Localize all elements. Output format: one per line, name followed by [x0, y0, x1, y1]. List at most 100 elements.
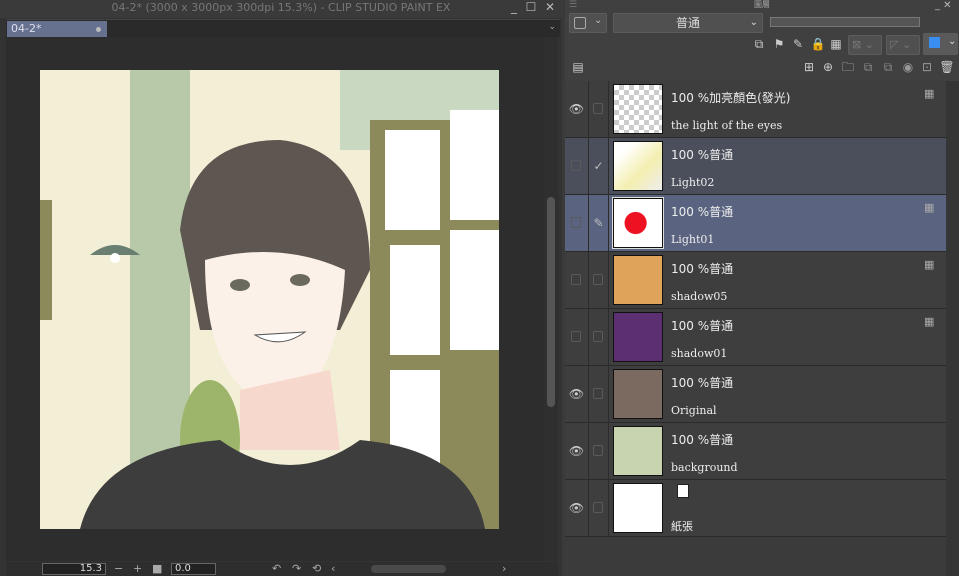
rotate-right-icon[interactable]: ↷: [292, 562, 301, 575]
layer-row[interactable]: ✎ 100 %普通 Light01 ▦: [565, 195, 946, 252]
unsaved-dot-icon: [96, 27, 101, 32]
mask-dropdown[interactable]: ⊠ ⌄: [848, 35, 882, 55]
blend-mode-value: 普通: [675, 16, 700, 30]
layer-color-dropdown[interactable]: ⌄: [923, 33, 958, 55]
new-folder-icon[interactable]: 🗀: [839, 58, 857, 76]
layer-thumbnail: [613, 255, 663, 305]
window-title: 04-2* (3000 x 3000px 300dpi 15.3%) - CLI…: [0, 0, 562, 18]
reset-rotation-icon[interactable]: ⟲: [312, 562, 321, 575]
draft-layer-icon[interactable]: ✎: [789, 35, 807, 53]
lock-transparency-icon[interactable]: ▦: [827, 35, 845, 53]
merge-down-icon[interactable]: ⧉: [879, 58, 897, 76]
layer-check-toggle[interactable]: ✎: [589, 195, 609, 251]
rotate-left-icon[interactable]: ↶: [272, 562, 281, 575]
layer-row[interactable]: 👁 100 %普通 Original: [565, 366, 946, 423]
new-raster-layer-icon[interactable]: ⊞: [800, 58, 818, 76]
layer-thumbnail: [613, 483, 663, 533]
panel-close-icon[interactable]: _ ✕: [935, 0, 952, 11]
lock-transparency-icon[interactable]: ▦: [924, 201, 938, 215]
visibility-toggle[interactable]: [565, 252, 589, 308]
tab-document[interactable]: 04-2*: [7, 21, 107, 38]
layer-name: shadow01: [671, 347, 728, 360]
panel-title: 圖層: [754, 0, 770, 9]
pen-icon: ✎: [593, 216, 604, 230]
visibility-toggle[interactable]: 👁: [565, 366, 589, 422]
maximize-button[interactable]: ☐: [522, 0, 540, 16]
box-icon: [593, 274, 603, 285]
tab-label: 04-2*: [11, 22, 42, 35]
layer-check-toggle[interactable]: [589, 309, 609, 365]
opacity-slider[interactable]: [770, 17, 920, 27]
chevron-down-icon: ⌄: [594, 15, 603, 26]
blend-mode-dropdown[interactable]: 普通 ⌄: [613, 13, 763, 33]
visibility-toggle[interactable]: [565, 309, 589, 365]
create-mask-icon[interactable]: ◉: [899, 58, 917, 76]
color-square-icon: [574, 17, 586, 29]
artwork-canvas[interactable]: [40, 70, 499, 529]
eye-icon: 👁: [568, 102, 585, 116]
minimize-button[interactable]: _: [505, 0, 523, 16]
layer-check-toggle[interactable]: [589, 480, 609, 536]
lock-transparency-icon[interactable]: ▦: [924, 87, 938, 101]
eye-icon: 👁: [568, 387, 585, 401]
transfer-down-icon[interactable]: ⧉: [859, 58, 877, 76]
visibility-toggle[interactable]: [565, 138, 589, 194]
layer-check-toggle[interactable]: [589, 366, 609, 422]
layer-check-toggle[interactable]: [589, 81, 609, 137]
ruler-dropdown[interactable]: ◸ ⌄: [886, 35, 920, 55]
layer-color-swatch: [929, 37, 940, 48]
canvas-area[interactable]: [6, 37, 544, 561]
vertical-scrollbar[interactable]: [544, 37, 558, 561]
visibility-toggle[interactable]: 👁: [565, 423, 589, 479]
layer-row[interactable]: 👁 紙張: [565, 480, 946, 537]
layer-mode: 100 %加亮顏色(發光): [671, 91, 791, 105]
layer-thumbnail: [612, 197, 664, 249]
clip-layer-icon[interactable]: ⧉: [750, 35, 768, 53]
layer-row[interactable]: 👁 100 %普通 background: [565, 423, 946, 480]
scroll-left-icon[interactable]: ‹: [331, 562, 335, 575]
eye-icon: 👁: [568, 444, 585, 458]
zoom-field[interactable]: 15.3: [42, 563, 106, 575]
layer-row[interactable]: ✓ 100 %普通 Light02: [565, 138, 946, 195]
horizontal-scrollbar[interactable]: [371, 565, 446, 573]
artwork-illustration: [40, 70, 499, 529]
scrollbar-thumb[interactable]: [547, 197, 555, 407]
box-icon: [593, 388, 603, 399]
chevron-down-icon: ⌄: [749, 17, 758, 28]
zoom-out-button[interactable]: −: [114, 562, 123, 575]
layer-name: the light of the eyes: [671, 119, 783, 132]
lock-transparency-icon[interactable]: ▦: [924, 315, 938, 329]
hidden-box-icon: [571, 274, 581, 285]
scroll-right-icon[interactable]: ›: [502, 562, 506, 575]
reference-layer-icon[interactable]: ⚑: [770, 35, 788, 53]
layer-check-toggle[interactable]: ✓: [589, 138, 609, 194]
apply-mask-icon[interactable]: ⊡: [918, 58, 936, 76]
check-icon: ✓: [593, 159, 604, 173]
lock-transparency-icon[interactable]: ▦: [924, 258, 938, 272]
chevron-down-icon[interactable]: ⌄: [548, 22, 556, 32]
canvas-window: 04-2* (3000 x 3000px 300dpi 15.3%) - CLI…: [0, 0, 562, 576]
expression-color-dropdown[interactable]: ⌄: [569, 13, 607, 33]
layer-check-toggle[interactable]: [589, 252, 609, 308]
layer-row[interactable]: 100 %普通 shadow05 ▦: [565, 252, 946, 309]
visibility-toggle[interactable]: 👁: [565, 480, 589, 536]
new-vector-layer-icon[interactable]: ⊕: [819, 58, 837, 76]
visibility-toggle[interactable]: [565, 195, 589, 251]
delete-layer-icon[interactable]: 🗑: [938, 58, 956, 76]
lock-icon[interactable]: 🔒: [809, 35, 827, 53]
visibility-toggle[interactable]: 👁: [565, 81, 589, 137]
layer-row[interactable]: 100 %普通 shadow01 ▦: [565, 309, 946, 366]
layer-mode: 100 %普通: [671, 262, 734, 276]
close-button[interactable]: ✕: [541, 0, 559, 16]
fit-button[interactable]: ■: [152, 562, 162, 575]
layer-check-toggle[interactable]: [589, 423, 609, 479]
layer-row[interactable]: 👁 100 %加亮顏色(發光) the light of the eyes ▦: [565, 81, 946, 138]
layer-mode: 100 %普通: [671, 433, 734, 447]
layer-property-icon[interactable]: ▤: [569, 58, 587, 76]
menu-icon[interactable]: ☰: [569, 0, 577, 10]
layer-name: 紙張: [671, 520, 693, 533]
hidden-box-icon: [571, 217, 581, 228]
layer-scrollbar[interactable]: [946, 81, 959, 576]
rotation-field[interactable]: 0.0: [171, 563, 216, 575]
zoom-in-button[interactable]: +: [133, 562, 142, 575]
